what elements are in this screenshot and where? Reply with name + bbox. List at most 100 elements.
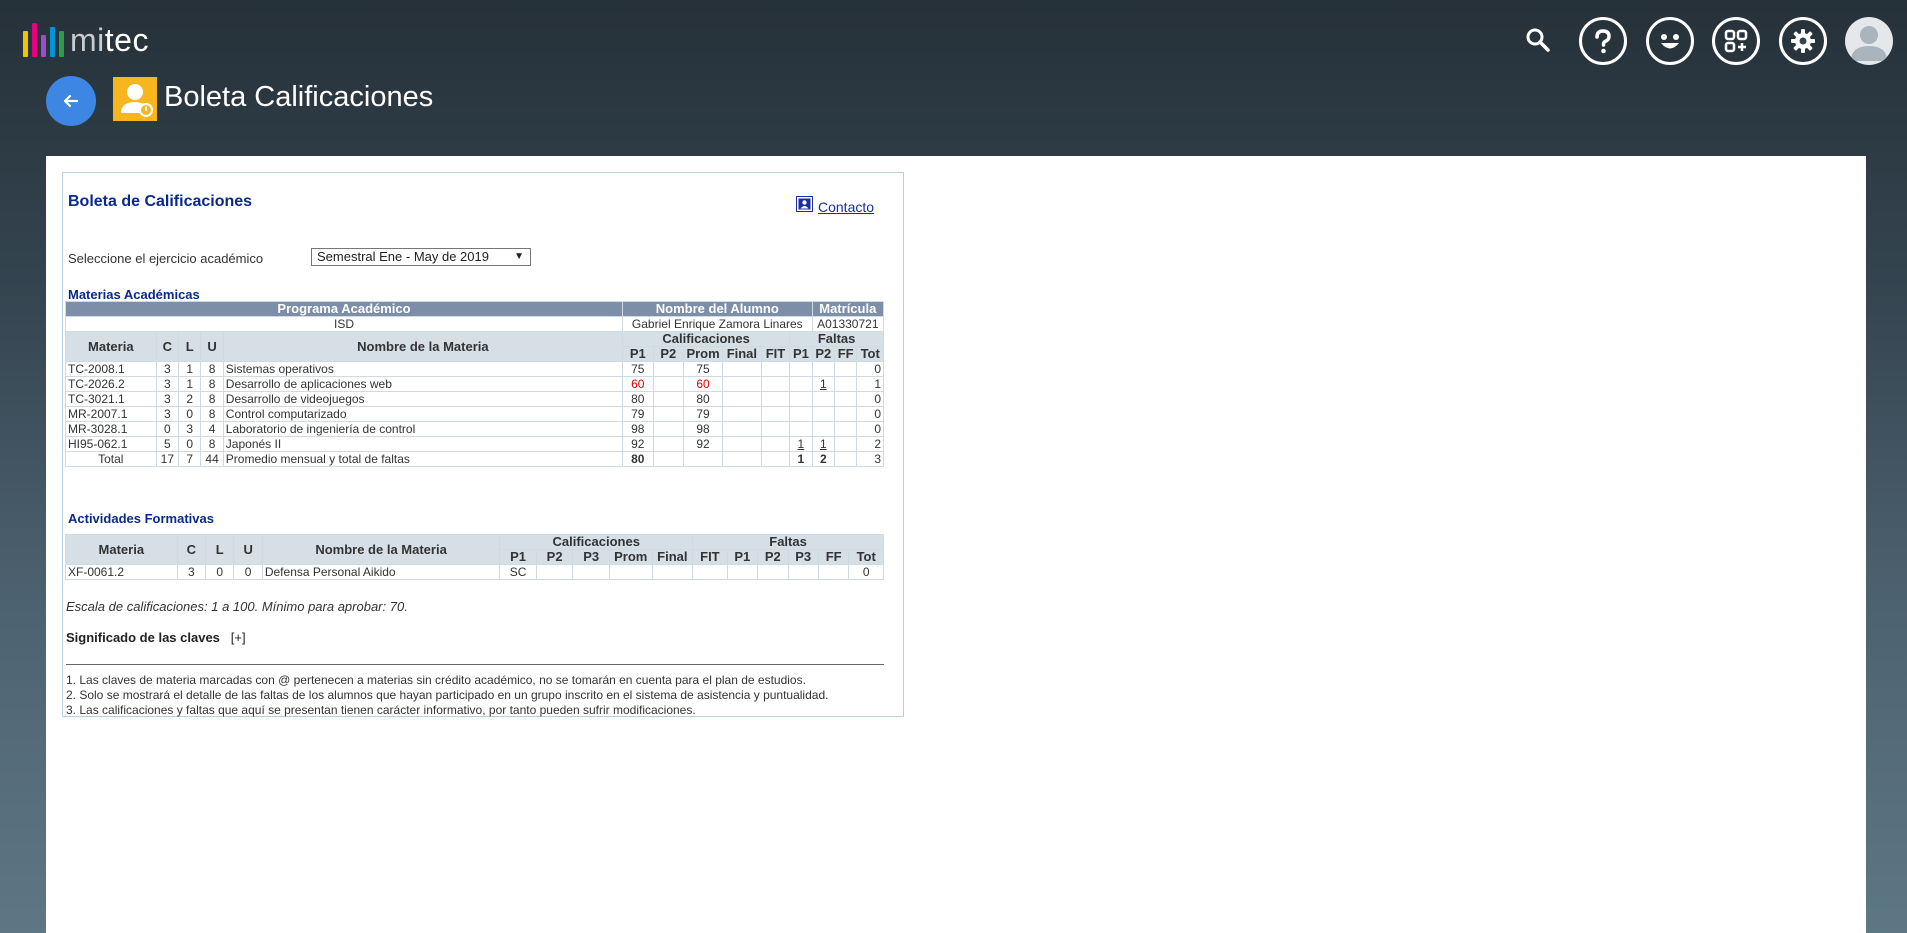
fcol-l: L: [205, 534, 235, 565]
logo-bar: [59, 31, 64, 57]
cell-fp1[interactable]: 1: [789, 436, 813, 452]
table-row: MR-3028.1 0 3 4 Laboratorio de ingeniería de…: [65, 421, 884, 437]
report-card-panel: Boleta de Calificaciones Contacto Selecc…: [62, 172, 904, 717]
col-p2: P2: [652, 346, 685, 362]
cell-ff: [833, 421, 858, 437]
cell-fit: [760, 361, 791, 377]
cell-tot: 0: [856, 391, 884, 407]
cell-u: 8: [200, 376, 224, 392]
feedback-smile-icon[interactable]: [1646, 17, 1694, 65]
cell-prom: 98: [683, 421, 724, 437]
cell-tot: 0: [856, 421, 884, 437]
fcol-p3: P3: [572, 549, 610, 565]
cell-c: 3: [155, 376, 180, 392]
matricula-header: Matrícula: [811, 301, 885, 317]
fcol-c: C: [176, 534, 207, 565]
contact-link[interactable]: Contacto: [818, 199, 874, 215]
fcell-empty: [608, 564, 653, 580]
fcol-final: Final: [651, 549, 694, 565]
fcol-faltas-p1: P1: [726, 549, 759, 565]
cell-tot: 1: [856, 376, 884, 392]
cell-materia: MR-2007.1: [65, 406, 157, 422]
cell-ff: [833, 406, 858, 422]
fcol-group-faltas: Faltas: [692, 534, 884, 550]
cell-final: [722, 361, 762, 377]
fcol-materia: Materia: [65, 534, 178, 565]
fcol-nombre-materia: Nombre de la Materia: [261, 534, 501, 565]
cell-fit: [760, 436, 791, 452]
cell-p2: [652, 421, 685, 437]
fcell-materia: XF-0061.2: [65, 564, 178, 580]
logo-bar: [50, 27, 55, 57]
total-empty: [683, 451, 724, 467]
fcol-faltas-tot: Tot: [848, 549, 884, 565]
cell-prom: 92: [683, 436, 724, 452]
total-average: 80: [622, 451, 654, 467]
contact-link-wrap[interactable]: Contacto: [796, 193, 874, 215]
contact-card-icon: [796, 196, 813, 212]
cell-fit: [760, 421, 791, 437]
fcol-prom: Prom: [608, 549, 653, 565]
academic-period-select[interactable]: Semestral Ene - May de 2019 ▼: [311, 248, 531, 266]
fcell-nombre: Defensa Personal Aikido: [261, 564, 501, 580]
fcol-p2: P2: [535, 549, 574, 565]
formative-activities-table: Materia C L U Nombre de la Materia Calif…: [65, 534, 884, 580]
col-l: L: [178, 331, 202, 362]
cell-nombre: Sistemas operativos: [222, 361, 624, 377]
table-row: HI95-062.1 5 0 8 Japonés II 92 92 1 1 2: [65, 436, 884, 452]
cell-u: 8: [200, 361, 224, 377]
cell-p1: 79: [622, 406, 654, 422]
back-button[interactable]: [46, 76, 96, 126]
cell-nombre: Desarrollo de videojuegos: [222, 391, 624, 407]
col-faltas-ff: FF: [833, 346, 858, 362]
logo-bars: [23, 21, 64, 57]
cell-ff: [833, 376, 858, 392]
total-faltas-tot: 3: [856, 451, 884, 467]
cell-fp2[interactable]: 1: [811, 376, 835, 392]
claves-expand-toggle[interactable]: [+]: [231, 630, 246, 645]
cell-prom: 75: [683, 361, 724, 377]
col-group-faltas: Faltas: [789, 331, 884, 347]
total-faltas-p2: 2: [811, 451, 835, 467]
cell-prom: 80: [683, 391, 724, 407]
arrow-left-icon: [63, 94, 79, 108]
apps-grid-icon[interactable]: [1712, 17, 1760, 65]
cell-c: 3: [155, 361, 180, 377]
report-card-icon: [113, 77, 157, 121]
claves-label: Significado de las claves: [66, 630, 220, 645]
cell-final: [722, 376, 762, 392]
total-c: 17: [155, 451, 180, 467]
cell-fp1: [789, 376, 813, 392]
cell-nombre: Desarrollo de aplicaciones web: [222, 376, 624, 392]
cell-l: 2: [178, 391, 202, 407]
col-prom: Prom: [683, 346, 724, 362]
search-icon[interactable]: [1525, 27, 1551, 53]
logo-prefix: mi: [70, 22, 105, 58]
mitec-logo[interactable]: mitec: [23, 20, 149, 57]
cell-p1: 60: [622, 376, 654, 392]
cell-prom: 79: [683, 406, 724, 422]
claves-toggle[interactable]: Significado de las claves [+]: [66, 630, 246, 645]
footnote: 2. Solo se mostrará el detalle de las fa…: [66, 688, 829, 702]
total-u: 44: [200, 451, 224, 467]
settings-icon[interactable]: [1779, 17, 1827, 65]
cell-u: 8: [200, 406, 224, 422]
fcell-empty: [651, 564, 694, 580]
total-empty: [722, 451, 762, 467]
cell-c: 3: [155, 406, 180, 422]
col-p1: P1: [622, 346, 654, 362]
help-icon[interactable]: [1579, 17, 1627, 65]
cell-final: [722, 391, 762, 407]
total-empty: [652, 451, 685, 467]
cell-tot: 2: [856, 436, 884, 452]
fcell-l: 0: [205, 564, 235, 580]
col-group-calificaciones: Calificaciones: [621, 331, 791, 347]
col-faltas-p1: P1: [789, 346, 813, 362]
cell-fp1: [789, 361, 813, 377]
fcell-empty: [757, 564, 789, 580]
total-l: 7: [178, 451, 202, 467]
formative-section-title: Actividades Formativas: [68, 511, 214, 526]
cell-fp2[interactable]: 1: [811, 436, 835, 452]
user-avatar-icon[interactable]: [1845, 17, 1893, 65]
cell-fp1: [789, 421, 813, 437]
